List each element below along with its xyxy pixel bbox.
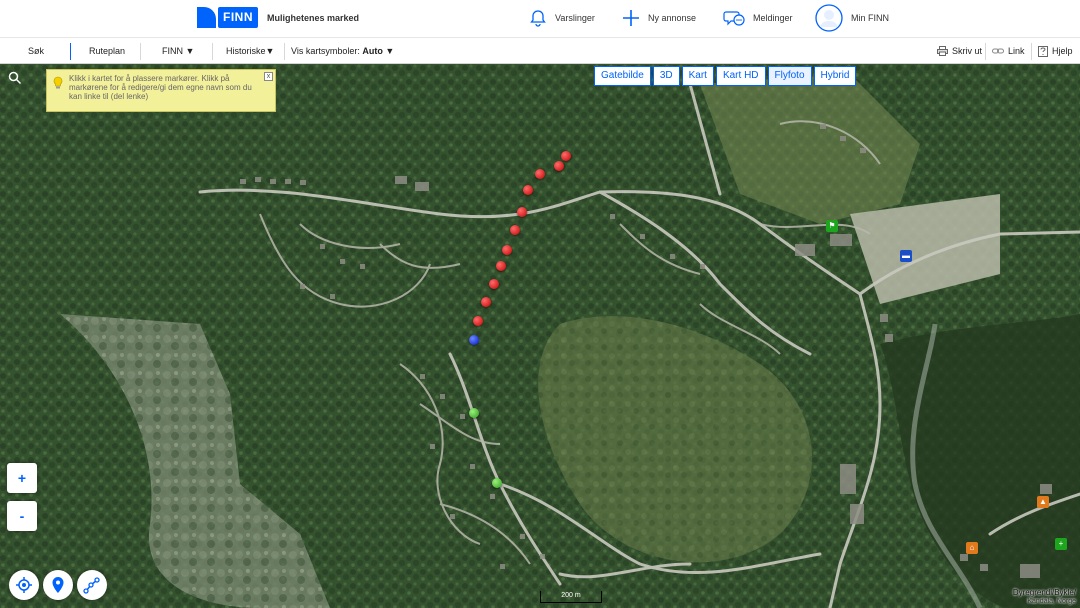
toolbar-help[interactable]: Hjelp (1038, 38, 1073, 64)
toolbar-sok[interactable]: Søk (28, 38, 44, 64)
measure-icon (83, 577, 100, 594)
link-icon (992, 48, 1004, 54)
toolbar-divider (70, 43, 71, 60)
top-header: FINN Mulighetenes marked Varslinger Ny a… (0, 0, 1080, 37)
map-scale-bar: 200 m (540, 591, 602, 603)
measure-button[interactable] (77, 570, 107, 600)
map-type-hybrid[interactable]: Hybrid (813, 66, 857, 86)
link-label: Link (1008, 46, 1025, 56)
route-marker[interactable] (554, 161, 564, 171)
help-label: Hjelp (1052, 46, 1073, 56)
nav-varslinger[interactable]: Varslinger (529, 5, 595, 31)
nav-meldinger[interactable]: Meldinger (723, 5, 793, 31)
nav-label: Ny annonse (648, 13, 697, 23)
logo-tagline: Mulighetenes marked (267, 12, 360, 23)
route-marker[interactable] (481, 297, 491, 307)
toolbar-print[interactable]: Skriv ut (937, 38, 982, 64)
route-marker-start[interactable] (469, 335, 479, 345)
finn-logo-mark: FINN (197, 7, 259, 28)
map-attribution: Dyregrendi/Bykle/ Kandala, Norge (1013, 588, 1076, 606)
finn-logo[interactable]: FINN Mulighetenes marked (197, 7, 359, 28)
map-type-3d[interactable]: 3D (652, 66, 680, 86)
attribution-place: Dyregrendi/Bykle/ (1012, 588, 1076, 597)
location-marker[interactable] (469, 408, 479, 418)
toolbar-historiske-dropdown[interactable]: Historiske▼ (226, 38, 274, 64)
route-marker[interactable] (523, 185, 533, 195)
help-icon (1038, 45, 1048, 57)
nav-label: Varslinger (555, 13, 595, 23)
map-type-flyfoto[interactable]: Flyfoto (767, 66, 812, 86)
toolbar-map-symbols[interactable]: Vis kartsymboler: Auto ▼ (291, 38, 394, 64)
route-marker[interactable] (502, 245, 512, 255)
toolbar-link[interactable]: Link (992, 38, 1025, 64)
map-canvas[interactable]: Klikk i kartet for å plassere markører. … (0, 64, 1080, 608)
aerial-imagery (0, 64, 1080, 608)
print-label: Skriv ut (952, 46, 983, 56)
nav-label: Meldinger (753, 13, 793, 23)
location-marker[interactable] (492, 478, 502, 488)
chat-icon (723, 11, 745, 26)
toolbar-divider (212, 43, 213, 60)
toolbar-divider (284, 43, 285, 60)
map-pin-icon (52, 577, 64, 593)
poi-icon[interactable]: + (1055, 538, 1067, 550)
nav-label: Min FINN (851, 13, 889, 23)
poi-icon[interactable]: ▲ (1037, 496, 1049, 508)
map-type-kart-hd[interactable]: Kart HD (715, 66, 766, 86)
map-toolbar: Søk Ruteplan FINN ▼ Historiske▼ Vis kart… (0, 37, 1080, 64)
route-marker[interactable] (535, 169, 545, 179)
printer-icon (937, 46, 948, 56)
poi-icon[interactable]: ⚑ (826, 220, 838, 232)
marker-hint-tooltip: Klikk i kartet for å plassere markører. … (46, 69, 276, 112)
crosshair-icon (16, 577, 32, 593)
map-symbols-label: Vis kartsymboler: (291, 46, 363, 56)
bus-icon[interactable]: ▬ (900, 250, 912, 262)
search-icon[interactable] (8, 71, 22, 85)
tooltip-close-button[interactable]: x (264, 72, 273, 81)
nav-min-finn[interactable]: Min FINN (815, 4, 889, 32)
toolbar-divider (1031, 43, 1032, 60)
route-marker[interactable] (489, 279, 499, 289)
finn-logo-text: FINN (218, 7, 258, 28)
map-type-kart[interactable]: Kart (681, 66, 714, 86)
map-symbols-value: Auto ▼ (362, 46, 395, 56)
my-location-button[interactable] (9, 570, 39, 600)
toolbar-divider (140, 43, 141, 60)
route-marker[interactable] (510, 225, 520, 235)
poi-icon[interactable]: ⌂ (966, 542, 978, 554)
nav-ny-annonse[interactable]: Ny annonse (622, 5, 696, 31)
toolbar-ruteplan[interactable]: Ruteplan (89, 38, 125, 64)
zoom-in-button[interactable]: + (7, 463, 37, 493)
attribution-region: Kandala, Norge (1027, 598, 1076, 605)
route-marker[interactable] (473, 316, 483, 326)
toolbar-finn-dropdown[interactable]: FINN ▼ (162, 38, 194, 64)
toolbar-divider (985, 43, 986, 60)
route-marker[interactable] (517, 207, 527, 217)
zoom-out-button[interactable]: - (7, 501, 37, 531)
map-type-switcher: Gatebilde 3D Kart Kart HD Flyfoto Hybrid (594, 66, 858, 86)
plus-icon (623, 10, 639, 26)
route-marker[interactable] (561, 151, 571, 161)
lightbulb-icon (53, 76, 63, 89)
map-type-gatebilde[interactable]: Gatebilde (594, 66, 651, 86)
route-marker[interactable] (496, 261, 506, 271)
bell-icon (530, 10, 546, 27)
tooltip-text: Klikk i kartet for å plassere markører. … (69, 74, 252, 101)
place-marker-button[interactable] (43, 570, 73, 600)
user-icon (815, 4, 843, 32)
